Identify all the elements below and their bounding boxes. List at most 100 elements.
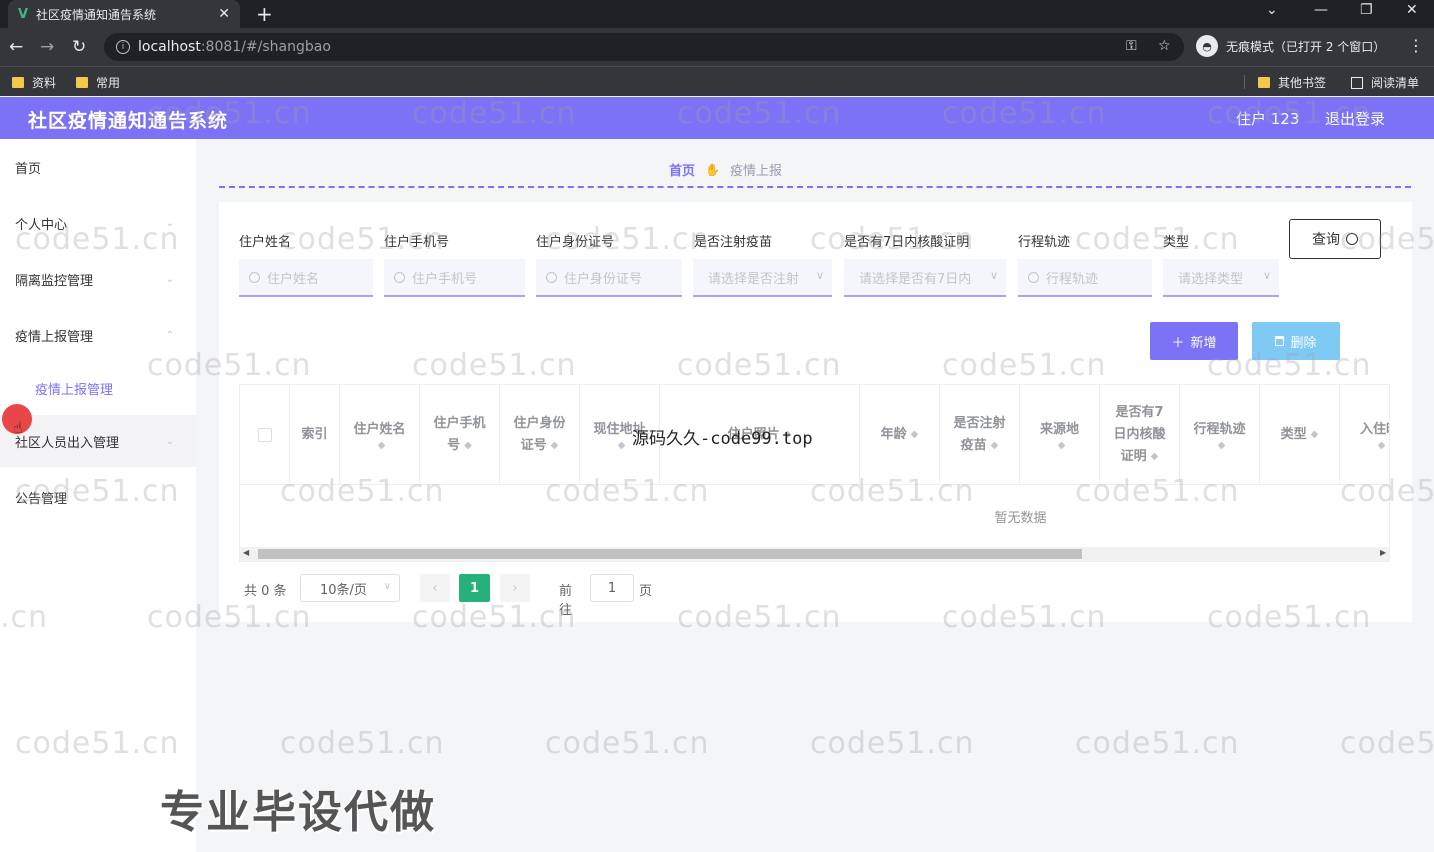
browser-tab[interactable]: V 社区疫情通知通告系统 ✕ bbox=[8, 0, 240, 28]
sort-icon[interactable]: ◆ bbox=[378, 441, 386, 451]
scroll-left-icon[interactable]: ◀ bbox=[243, 548, 249, 557]
resident-id-input[interactable]: 住户身份证号 bbox=[536, 259, 682, 297]
search-icon bbox=[249, 271, 260, 283]
nucleic-proof-select[interactable]: 请选择是否有7日内 ∨ bbox=[844, 259, 1006, 297]
breadcrumb: 首页 ✋ 疫情上报 bbox=[669, 160, 782, 180]
browser-menu-icon[interactable]: ⋮ bbox=[1408, 36, 1424, 55]
bookmarks-bar: 资料 常用 其他书签 阅读清单 bbox=[0, 66, 1434, 96]
bookmarks-separator bbox=[1244, 75, 1245, 89]
sidebar-item-epidemic-report[interactable]: 疫情上报管理 ⌃ bbox=[0, 309, 196, 361]
sort-icon[interactable]: ◆ bbox=[618, 441, 626, 451]
goto-page-input[interactable]: 1 bbox=[590, 574, 634, 602]
column-header-id-number[interactable]: 住户身份 证号 ◆ bbox=[500, 385, 580, 485]
new-tab-icon[interactable]: + bbox=[256, 2, 273, 26]
scroll-right-icon[interactable]: ▶ bbox=[1380, 548, 1386, 557]
resident-phone-input[interactable]: 住户手机号 bbox=[384, 259, 525, 297]
key-icon[interactable]: ⚿ bbox=[1126, 38, 1137, 54]
chevron-down-icon: ∨ bbox=[1262, 269, 1271, 282]
label-itinerary: 行程轨迹 bbox=[1018, 235, 1071, 250]
sort-icon[interactable]: ◆ bbox=[1058, 441, 1066, 451]
sort-icon[interactable]: ◆ bbox=[1311, 430, 1319, 440]
browser-tab-strip: V 社区疫情通知通告系统 ✕ + ⌄ — ❐ ✕ bbox=[0, 0, 1434, 28]
sidebar-item-personal-center[interactable]: 个人中心 ⌄ bbox=[0, 197, 196, 249]
chevron-down-icon: ⌄ bbox=[165, 217, 174, 229]
select-all-checkbox[interactable] bbox=[257, 428, 272, 442]
bookmark-folder-ziliao[interactable]: 资料 bbox=[12, 74, 56, 91]
pagination-total: 共 0 条 bbox=[244, 584, 287, 599]
sidebar-subitem-epidemic-report[interactable]: 疫情上报管理 bbox=[35, 379, 113, 398]
back-icon[interactable]: ← bbox=[9, 37, 23, 57]
search-icon bbox=[1028, 271, 1039, 283]
type-select[interactable]: 请选择类型 ∨ bbox=[1163, 259, 1279, 297]
app-header: 社区疫情通知通告系统 住户 123 退出登录 bbox=[0, 97, 1434, 139]
next-page-button[interactable]: › bbox=[500, 574, 530, 602]
resident-name-input[interactable]: 住户姓名 bbox=[239, 259, 373, 297]
column-header-index: 索引 bbox=[290, 385, 340, 485]
empty-state-text: 暂无数据 bbox=[994, 511, 1047, 526]
prev-page-button[interactable]: ‹ bbox=[420, 574, 450, 602]
column-header-vaccinated[interactable]: 是否注射 疫苗 ◆ bbox=[940, 385, 1020, 485]
sort-icon[interactable]: ◆ bbox=[464, 441, 472, 451]
sidebar: 首页 个人中心 ⌄ 隔离监控管理 ⌄ 疫情上报管理 ⌃ 疫情上报管理 社区人员出… bbox=[0, 139, 196, 852]
scrollbar-thumb[interactable] bbox=[258, 549, 1082, 559]
other-bookmarks[interactable]: 其他书签 bbox=[1258, 74, 1326, 91]
tab-search-icon[interactable]: ⌄ bbox=[1266, 2, 1278, 18]
url-host: localhost bbox=[138, 39, 201, 55]
logout-link[interactable]: 退出登录 bbox=[1325, 108, 1385, 129]
breadcrumb-home[interactable]: 首页 bbox=[669, 160, 695, 179]
search-icon bbox=[546, 271, 557, 283]
incognito-label: 无痕模式（已打开 2 个窗口） bbox=[1226, 39, 1386, 54]
sort-icon[interactable]: ◆ bbox=[991, 441, 999, 451]
column-header-age[interactable]: 年龄 ◆ bbox=[860, 385, 940, 485]
column-header-type[interactable]: 类型 ◆ bbox=[1260, 385, 1340, 485]
column-header-phone[interactable]: 住户手机 号 ◆ bbox=[420, 385, 500, 485]
reload-icon[interactable]: ↻ bbox=[72, 37, 86, 57]
column-header-nucleic-proof[interactable]: 是否有7 日内核酸 证明 ◆ bbox=[1100, 385, 1180, 485]
reading-list-icon bbox=[1351, 76, 1363, 89]
add-button[interactable]: ＋ 新增 bbox=[1150, 322, 1238, 360]
watermark: code51.cn bbox=[545, 726, 710, 761]
sort-icon[interactable]: ◆ bbox=[911, 430, 919, 440]
folder-icon bbox=[12, 77, 24, 88]
sort-icon[interactable]: ◆ bbox=[1378, 441, 1386, 451]
reading-list[interactable]: 阅读清单 bbox=[1351, 74, 1419, 91]
promo-overlay-text: 专业毕设代做 bbox=[160, 787, 436, 838]
incognito-indicator[interactable]: ◓ 无痕模式（已打开 2 个窗口） bbox=[1196, 35, 1385, 57]
delete-button[interactable]: 删除 bbox=[1252, 322, 1340, 360]
minimize-icon[interactable]: — bbox=[1314, 2, 1328, 18]
vue-favicon-icon: V bbox=[18, 6, 29, 22]
window-close-icon[interactable]: ✕ bbox=[1406, 2, 1418, 18]
sort-icon[interactable]: ◆ bbox=[1151, 452, 1159, 462]
address-bar[interactable]: i localhost :8081/#/shangbao ⚿ ☆ bbox=[104, 33, 1184, 61]
site-info-icon[interactable]: i bbox=[116, 40, 130, 54]
chevron-down-icon: ⌄ bbox=[165, 273, 174, 285]
close-tab-icon[interactable]: ✕ bbox=[218, 6, 230, 22]
column-header-name[interactable]: 住户姓名 ◆ bbox=[340, 385, 420, 485]
page-number-current[interactable]: 1 bbox=[459, 574, 490, 602]
itinerary-input[interactable]: 行程轨迹 bbox=[1018, 259, 1152, 297]
sidebar-item-announcements[interactable]: 公告管理 bbox=[0, 471, 196, 523]
sidebar-item-home[interactable]: 首页 bbox=[0, 141, 196, 193]
bookmark-folder-changyong[interactable]: 常用 bbox=[76, 74, 120, 91]
restore-icon[interactable]: ❐ bbox=[1360, 2, 1373, 18]
query-button[interactable]: 查询 bbox=[1289, 219, 1381, 259]
sort-icon[interactable]: ◆ bbox=[1218, 441, 1226, 451]
column-header-origin[interactable]: 来源地 ◆ bbox=[1020, 385, 1100, 485]
search-icon bbox=[1346, 233, 1358, 245]
bookmark-star-icon[interactable]: ☆ bbox=[1158, 38, 1171, 54]
sort-icon[interactable]: ◆ bbox=[551, 441, 559, 451]
source-watermark-text: 源码久久-code99.top bbox=[632, 429, 813, 449]
chevron-down-icon: ∨ bbox=[815, 269, 824, 282]
horizontal-scrollbar[interactable]: ◀ ▶ bbox=[240, 547, 1389, 561]
column-header-checkin-time[interactable]: 入住时 ◆ bbox=[1340, 385, 1389, 485]
watermark: code51.cn bbox=[280, 726, 445, 761]
sidebar-item-isolation-monitor[interactable]: 隔离监控管理 ⌄ bbox=[0, 253, 196, 305]
page-size-select[interactable]: 10条/页 ∨ bbox=[300, 574, 400, 602]
watermark: code51.cn bbox=[1075, 726, 1240, 761]
column-header-itinerary[interactable]: 行程轨迹 ◆ bbox=[1180, 385, 1260, 485]
label-type: 类型 bbox=[1163, 235, 1190, 250]
breadcrumb-divider bbox=[219, 186, 1411, 188]
label-resident-name: 住户姓名 bbox=[239, 235, 292, 250]
forward-icon[interactable]: → bbox=[40, 37, 54, 57]
vaccinated-select[interactable]: 请选择是否注射 ∨ bbox=[693, 259, 832, 297]
